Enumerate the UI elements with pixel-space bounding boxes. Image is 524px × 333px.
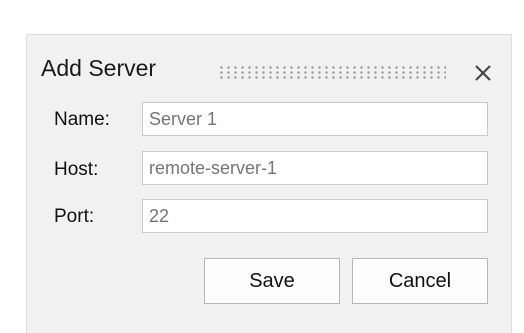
save-button[interactable]: Save	[204, 258, 340, 304]
dialog-title-bar[interactable]: Add Server	[27, 35, 511, 101]
name-label: Name:	[54, 109, 110, 130]
port-label: Port:	[54, 206, 95, 227]
close-button[interactable]	[469, 59, 497, 87]
dialog-title: Add Server	[41, 55, 157, 81]
close-icon	[475, 65, 491, 81]
name-input[interactable]	[142, 102, 488, 136]
host-label: Host:	[54, 159, 99, 180]
port-input[interactable]	[142, 199, 488, 233]
drag-grip-icon[interactable]	[218, 65, 446, 79]
cancel-button[interactable]: Cancel	[352, 258, 488, 304]
host-input[interactable]	[142, 151, 488, 185]
add-server-dialog: Add Server Name: Host: Port: Save Cancel	[26, 34, 512, 333]
